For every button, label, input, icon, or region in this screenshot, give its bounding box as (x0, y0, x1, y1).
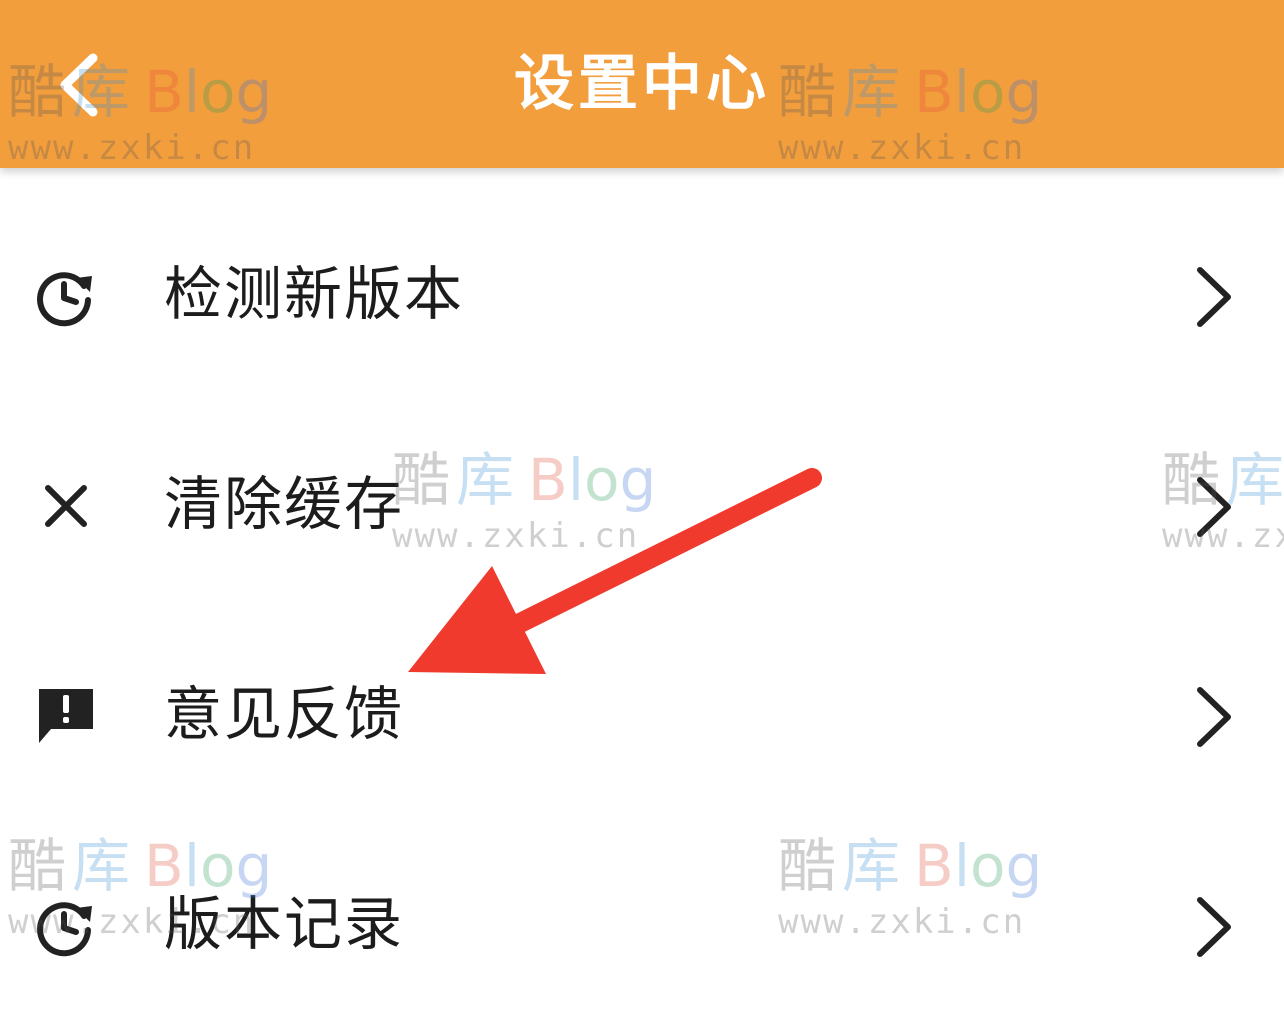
history-refresh-icon (30, 890, 102, 962)
page-title: 设置中心 (514, 49, 770, 119)
chevron-right-icon (1184, 892, 1244, 962)
settings-item-clear-cache[interactable]: 清除缓存 (0, 402, 1284, 612)
settings-item-check-update[interactable]: 检测新版本 (0, 192, 1284, 402)
chevron-right-icon (1184, 472, 1244, 542)
settings-item-label: 检测新版本 (164, 260, 465, 328)
close-icon (30, 470, 102, 542)
settings-item-label: 清除缓存 (164, 470, 405, 538)
feedback-alert-icon (30, 680, 102, 752)
settings-item-label: 意见反馈 (164, 680, 405, 748)
chevron-right-icon (1184, 262, 1244, 332)
history-refresh-icon (30, 260, 102, 332)
settings-item-version-history[interactable]: 版本记录 (0, 822, 1284, 1020)
settings-item-label: 版本记录 (164, 890, 405, 958)
settings-page: 设置中心 检测新版本 清除缓存 意见反馈 版本记录 酷 库 B l o g ww… (0, 0, 1284, 1020)
chevron-right-icon (1184, 682, 1244, 752)
app-bar: 设置中心 (0, 0, 1284, 168)
settings-list: 检测新版本 清除缓存 意见反馈 版本记录 (0, 192, 1284, 1020)
settings-item-feedback[interactable]: 意见反馈 (0, 612, 1284, 822)
